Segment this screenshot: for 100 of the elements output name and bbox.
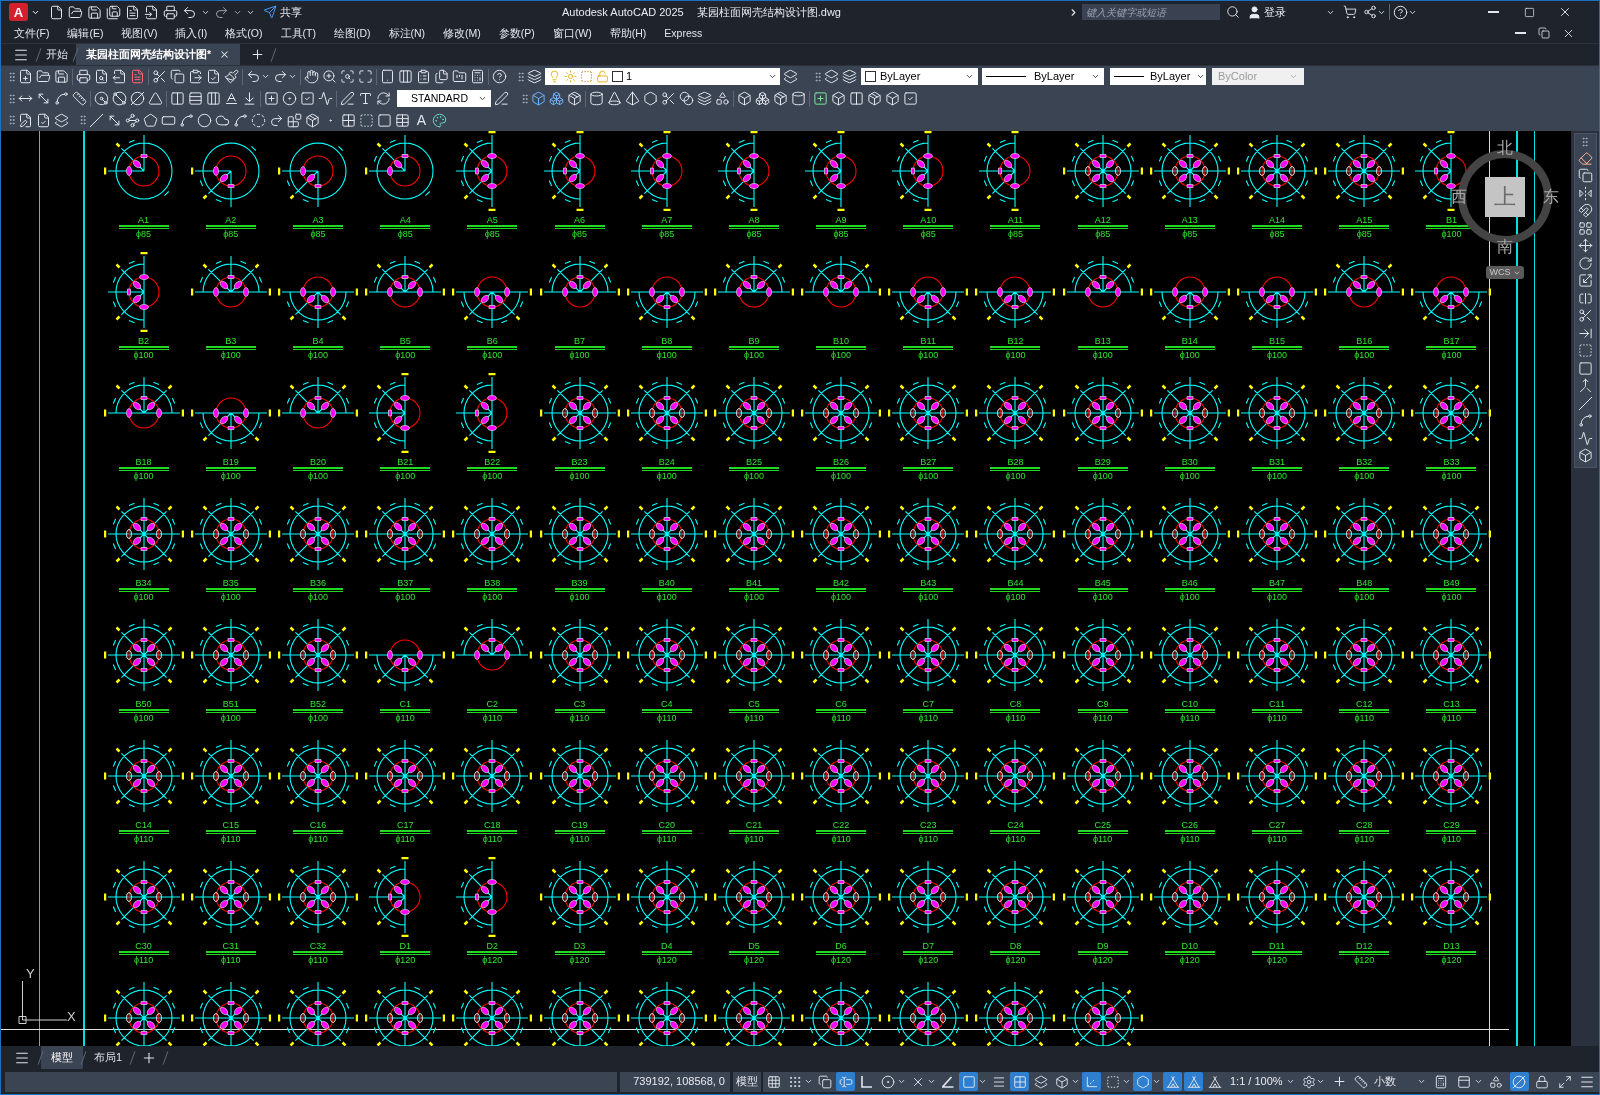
layout-tab[interactable]: 模型 bbox=[41, 1046, 83, 1069]
curve-icon[interactable] bbox=[1577, 413, 1593, 428]
grip-icon[interactable] bbox=[519, 92, 531, 105]
color-dropdown[interactable]: ByLayer bbox=[861, 68, 978, 86]
package-icon[interactable] bbox=[567, 91, 582, 106]
cube-icon[interactable] bbox=[531, 91, 546, 106]
diagonal-arrow-icon[interactable] bbox=[36, 91, 51, 106]
caret-icon[interactable] bbox=[927, 1077, 936, 1086]
printer-icon[interactable] bbox=[76, 69, 91, 85]
check-square-icon[interactable] bbox=[300, 91, 315, 106]
square-icon[interactable] bbox=[377, 112, 392, 128]
search-icon[interactable] bbox=[1226, 5, 1240, 19]
files-icon[interactable] bbox=[434, 69, 449, 85]
compass-label[interactable]: 东 bbox=[1543, 189, 1559, 205]
circle-slash-icon[interactable] bbox=[130, 91, 145, 106]
lineweight-dropdown[interactable]: ByLayer bbox=[1110, 68, 1206, 86]
hand-icon[interactable] bbox=[304, 69, 319, 85]
grip-icon[interactable] bbox=[6, 70, 18, 83]
command-line-field[interactable] bbox=[5, 1071, 617, 1092]
flip-icon[interactable] bbox=[1577, 185, 1593, 201]
text-icon[interactable] bbox=[358, 91, 373, 106]
move-icon[interactable] bbox=[1577, 238, 1593, 253]
file-check-icon[interactable] bbox=[206, 69, 221, 85]
circle-dot-icon[interactable] bbox=[282, 91, 297, 106]
grip-icon[interactable] bbox=[6, 92, 18, 105]
dashed-square-icon[interactable] bbox=[1577, 343, 1593, 358]
file-input-icon[interactable] bbox=[144, 4, 159, 20]
scissors-icon[interactable] bbox=[152, 69, 167, 85]
diagonal-arrow-icon[interactable] bbox=[107, 112, 122, 128]
cubes-icon[interactable] bbox=[549, 91, 564, 106]
file-icon[interactable] bbox=[49, 4, 64, 20]
file-search-icon[interactable] bbox=[94, 69, 109, 85]
folder-icon[interactable] bbox=[36, 69, 51, 85]
scissors-icon[interactable] bbox=[1577, 308, 1593, 323]
caret-icon[interactable] bbox=[804, 1077, 813, 1086]
help-icon[interactable] bbox=[492, 69, 507, 85]
text-tool-button[interactable]: A bbox=[414, 113, 429, 128]
printer-icon[interactable] bbox=[163, 4, 178, 20]
blend-icon[interactable] bbox=[679, 91, 694, 106]
curve-icon[interactable] bbox=[233, 112, 248, 128]
menu-item[interactable]: 工具(T) bbox=[280, 27, 316, 39]
caret-icon[interactable] bbox=[897, 1077, 906, 1086]
grip-icon[interactable] bbox=[1579, 136, 1591, 148]
undo-icon[interactable] bbox=[182, 4, 197, 20]
new-file-icon[interactable] bbox=[18, 69, 33, 85]
help-icon[interactable] bbox=[1393, 4, 1408, 20]
cubes-icon[interactable] bbox=[755, 91, 770, 106]
cloud-icon[interactable] bbox=[215, 112, 230, 128]
file-output-icon[interactable] bbox=[112, 69, 127, 85]
scan-search-icon[interactable] bbox=[340, 69, 355, 85]
caret-icon[interactable] bbox=[1315, 1077, 1325, 1086]
grip-icon[interactable] bbox=[812, 70, 824, 83]
status-toggle[interactable] bbox=[1082, 1072, 1101, 1091]
plus-icon[interactable] bbox=[250, 47, 266, 62]
folder-icon[interactable] bbox=[68, 4, 83, 20]
close-icon[interactable] bbox=[219, 49, 231, 60]
share-button[interactable]: 共享 bbox=[263, 5, 302, 19]
menu-item[interactable]: 窗口(W) bbox=[552, 27, 592, 39]
menu-item[interactable]: Express bbox=[664, 27, 703, 39]
menu-item[interactable]: 文件(F) bbox=[14, 27, 50, 39]
rows-icon[interactable] bbox=[188, 91, 203, 106]
caret-icon[interactable] bbox=[1071, 1077, 1080, 1086]
split-square-icon[interactable] bbox=[1577, 290, 1593, 306]
columns-icon[interactable] bbox=[170, 91, 185, 106]
sign-in-button[interactable]: 登录 bbox=[1247, 4, 1286, 20]
layout-tab[interactable]: 布局1 bbox=[84, 1046, 133, 1069]
status-toggle[interactable] bbox=[1509, 1072, 1529, 1091]
layers-icon[interactable] bbox=[697, 91, 712, 106]
search-field[interactable]: 键入关键字或短语 bbox=[1082, 4, 1220, 20]
pen-icon[interactable] bbox=[340, 91, 355, 106]
polyline-icon[interactable] bbox=[125, 112, 140, 128]
merge-icon[interactable] bbox=[1577, 378, 1593, 393]
columns-icon[interactable] bbox=[398, 69, 413, 85]
rotate-icon[interactable] bbox=[1577, 255, 1593, 271]
save-icon[interactable] bbox=[54, 69, 69, 85]
cylinder-icon[interactable] bbox=[589, 91, 604, 106]
menu-item[interactable]: 参数(P) bbox=[498, 27, 535, 39]
paintbrush-icon[interactable] bbox=[224, 69, 239, 85]
radius-icon[interactable] bbox=[94, 91, 109, 106]
check-square-icon[interactable] bbox=[903, 91, 918, 106]
baseline-icon[interactable] bbox=[224, 91, 239, 106]
app-logo[interactable]: A bbox=[9, 3, 28, 21]
save-icon[interactable] bbox=[87, 4, 102, 20]
cart-icon[interactable] bbox=[1343, 5, 1357, 19]
layers-icon[interactable] bbox=[783, 69, 798, 85]
tablet-icon[interactable] bbox=[380, 69, 395, 85]
table-icon[interactable] bbox=[395, 112, 410, 128]
plus-square-icon[interactable] bbox=[813, 91, 828, 106]
grid-icon[interactable] bbox=[1577, 220, 1593, 236]
circle-icon[interactable] bbox=[197, 112, 212, 128]
plus-square-icon[interactable] bbox=[264, 91, 279, 106]
compass-label[interactable]: 北 bbox=[1497, 140, 1513, 156]
grip-icon[interactable] bbox=[6, 114, 18, 127]
square-icon[interactable] bbox=[1577, 360, 1593, 376]
units-dropdown[interactable]: 小数 bbox=[1373, 1073, 1426, 1090]
caret-icon[interactable] bbox=[1122, 1077, 1131, 1086]
magnet-icon[interactable] bbox=[1577, 203, 1593, 218]
blocks-icon[interactable] bbox=[287, 112, 302, 128]
caret-icon[interactable] bbox=[1473, 1077, 1483, 1086]
pyramid-icon[interactable] bbox=[625, 91, 640, 106]
